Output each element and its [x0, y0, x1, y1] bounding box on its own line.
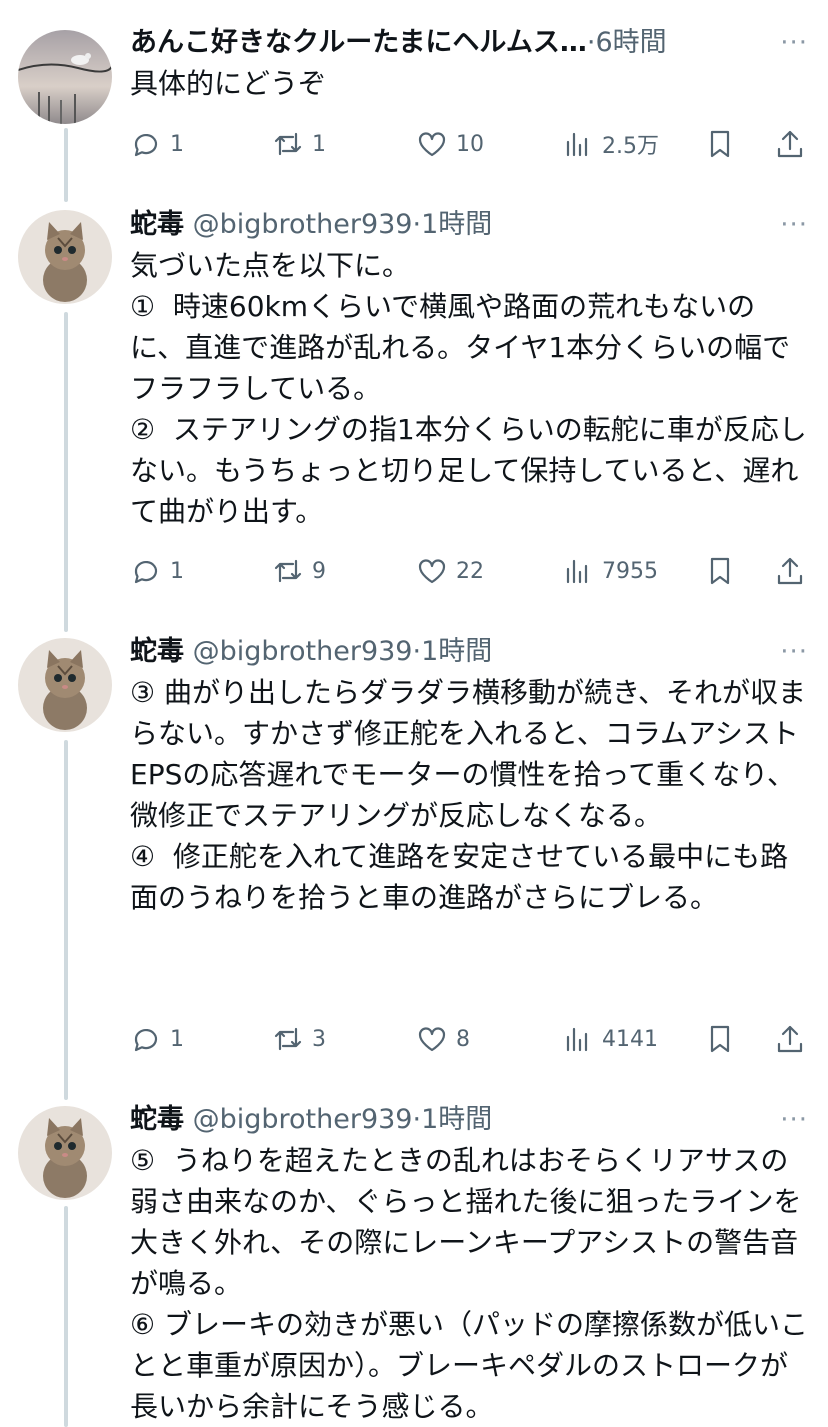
share-button[interactable]: [774, 122, 806, 166]
like-button[interactable]: 22: [416, 549, 484, 593]
more-options-icon[interactable]: ···: [780, 1098, 808, 1142]
tweet-header: 蛇毒 @bigbrother939·1時間 ···: [130, 630, 808, 674]
tweet-header: 蛇毒 @bigbrother939·1時間 ···: [130, 203, 808, 247]
display-name[interactable]: あんこ好きなクルーたまにヘルムス…: [130, 27, 587, 58]
timestamp[interactable]: 1時間: [421, 1104, 492, 1135]
speech-bubble-icon: [134, 560, 158, 584]
bar-chart-icon: [566, 559, 588, 584]
action-bar: 1 9 22 7955: [130, 549, 808, 593]
avatar[interactable]: [18, 1106, 112, 1200]
separator: ·: [412, 209, 422, 240]
user-handle[interactable]: @bigbrother939: [193, 209, 413, 240]
like-count: 22: [456, 558, 484, 584]
tweet-content: 蛇毒 @bigbrother939·1時間 ··· ⑤ うねりを超えたときの乱れ…: [130, 1098, 808, 1427]
user-handle[interactable]: @bigbrother939: [193, 1104, 413, 1135]
thread-line: [64, 312, 68, 632]
tweet-text: ③ 曲がり出したらダラダラ横移動が続き、それが収まらない。すかさず修正舵を入れる…: [130, 676, 807, 914]
separator: ·: [412, 1104, 422, 1135]
timestamp[interactable]: 6時間: [595, 27, 666, 58]
views-button[interactable]: 4141: [562, 1017, 658, 1061]
timestamp[interactable]: 1時間: [421, 209, 492, 240]
avatar[interactable]: [18, 30, 112, 124]
tweet-content: あんこ好きなクルーたまにヘルムス…·6時間 ··· 具体的にどうぞ: [130, 21, 808, 104]
like-count: 10: [456, 131, 484, 157]
more-options-icon[interactable]: ···: [780, 21, 808, 65]
tweet-header: 蛇毒 @bigbrother939·1時間 ···: [130, 1098, 808, 1142]
retweet-button[interactable]: 1: [272, 122, 326, 166]
reply-count: 1: [170, 558, 184, 584]
speech-bubble-icon: [134, 1028, 158, 1052]
thread-line: [64, 1206, 68, 1427]
retweet-arrows-icon: [274, 1027, 302, 1051]
tweet-content: 蛇毒 @bigbrother939·1時間 ··· ③ 曲がり出したらダラダラ横…: [130, 630, 808, 918]
more-options-icon[interactable]: ···: [780, 203, 808, 247]
speech-bubble-icon: [134, 133, 158, 157]
retweet-button[interactable]: 9: [272, 549, 326, 593]
retweet-arrows-icon: [274, 132, 302, 156]
views-button[interactable]: 2.5万: [562, 122, 659, 166]
like-button[interactable]: 8: [416, 1017, 470, 1061]
reply-button[interactable]: 1: [130, 1017, 184, 1061]
action-bar: 1 1 10 2.5万: [130, 122, 808, 166]
retweet-count: 1: [312, 131, 326, 157]
share-button[interactable]: [774, 549, 806, 593]
like-count: 8: [456, 1026, 470, 1052]
share-upload-icon: [777, 130, 803, 158]
bookmark-icon: [710, 557, 730, 585]
bar-chart-icon: [566, 1027, 588, 1052]
bookmark-icon: [710, 1025, 730, 1053]
bookmark-button[interactable]: [704, 549, 736, 593]
bar-chart-icon: [566, 132, 588, 157]
view-count: 7955: [602, 558, 658, 584]
avatar[interactable]: [18, 638, 112, 732]
timestamp[interactable]: 1時間: [421, 636, 492, 667]
bookmark-button[interactable]: [704, 122, 736, 166]
retweet-count: 3: [312, 1026, 326, 1052]
tweet-text: 気づいた点を以下に。 ① 時速60kmくらいで横風や路面の荒れもないのに、直進で…: [130, 249, 807, 528]
tweet-content: 蛇毒 @bigbrother939·1時間 ··· 気づいた点を以下に。 ① 時…: [130, 203, 808, 532]
thread-line: [64, 740, 68, 1100]
views-button[interactable]: 7955: [562, 549, 658, 593]
retweet-count: 9: [312, 558, 326, 584]
more-options-icon[interactable]: ···: [780, 630, 808, 674]
thread-line: [64, 128, 68, 202]
reply-count: 1: [170, 1026, 184, 1052]
heart-icon: [418, 1027, 446, 1052]
like-button[interactable]: 10: [416, 122, 484, 166]
view-count: 4141: [602, 1026, 658, 1052]
reply-count: 1: [170, 131, 184, 157]
retweet-button[interactable]: 3: [272, 1017, 326, 1061]
tweet-text: 具体的にどうぞ: [130, 67, 327, 100]
share-upload-icon: [777, 557, 803, 585]
share-upload-icon: [777, 1025, 803, 1053]
share-button[interactable]: [774, 1017, 806, 1061]
reply-button[interactable]: 1: [130, 549, 184, 593]
action-bar: 1 3 8 4141: [130, 1017, 808, 1061]
avatar[interactable]: [18, 210, 112, 304]
display-name[interactable]: 蛇毒: [130, 209, 184, 240]
retweet-arrows-icon: [274, 559, 302, 583]
reply-button[interactable]: 1: [130, 122, 184, 166]
view-count: 2.5万: [602, 134, 659, 159]
tweet-text: ⑤ うねりを超えたときの乱れはおそらくリアサスの弱さ由来なのか、ぐらっと揺れた後…: [130, 1144, 809, 1423]
tweet-header: あんこ好きなクルーたまにヘルムス…·6時間 ···: [130, 21, 808, 65]
display-name[interactable]: 蛇毒: [130, 636, 184, 667]
bookmark-button[interactable]: [704, 1017, 736, 1061]
heart-icon: [418, 559, 446, 584]
user-handle[interactable]: @bigbrother939: [193, 636, 413, 667]
bookmark-icon: [710, 130, 730, 158]
heart-icon: [418, 132, 446, 157]
display-name[interactable]: 蛇毒: [130, 1104, 184, 1135]
separator: ·: [412, 636, 422, 667]
